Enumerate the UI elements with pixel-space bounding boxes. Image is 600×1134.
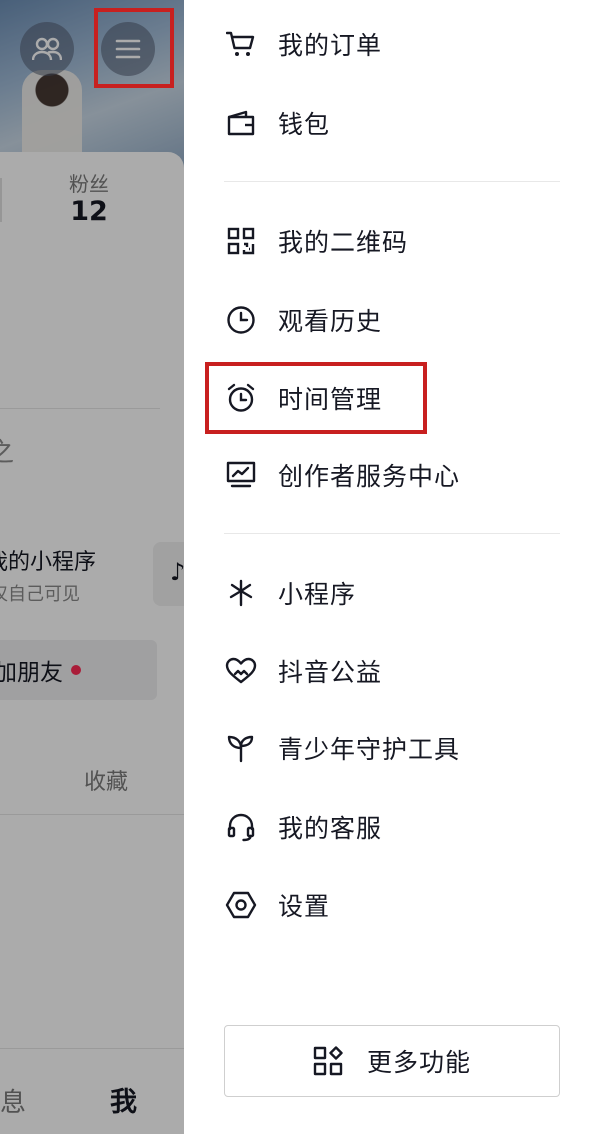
menu-item-label: 我的客服 <box>278 814 383 843</box>
clock-icon <box>224 303 258 337</box>
more-apps-grid-icon <box>313 1046 343 1076</box>
menu-item-label: 我的订单 <box>278 31 383 60</box>
menu-item-label: 我的二维码 <box>278 228 409 257</box>
headset-icon <box>224 810 258 844</box>
settings-hexagon-icon <box>224 888 258 922</box>
menu-item-label: 设置 <box>278 892 331 921</box>
more-functions-label: 更多功能 <box>366 1048 471 1077</box>
menu-item-teen-protection-tools[interactable]: 青少年守护工具 <box>224 718 564 778</box>
wallet-icon <box>224 106 258 140</box>
menu-item-watch-history[interactable]: 观看历史 <box>224 290 564 350</box>
menu-item-customer-service[interactable]: 我的客服 <box>224 797 564 857</box>
menu-item-mini-programs[interactable]: 小程序 <box>224 563 564 623</box>
cart-icon <box>224 27 258 61</box>
menu-item-label: 创作者服务中心 <box>278 462 461 491</box>
menu-item-settings[interactable]: 设置 <box>224 875 564 935</box>
menu-item-label: 钱包 <box>278 110 331 139</box>
menu-divider <box>224 181 560 182</box>
menu-item-label: 观看历史 <box>278 307 383 336</box>
profile-page-background: 粉丝 12 之 我的小程序 仅自己可见 ♪ 加朋友 收藏 息 我 <box>0 0 184 1134</box>
menu-item-my-qr-code[interactable]: 我的二维码 <box>224 211 564 271</box>
sprout-icon <box>224 731 258 765</box>
time-management-highlight-box <box>205 362 427 434</box>
menu-item-douyin-charity[interactable]: 抖音公益 <box>224 641 564 701</box>
menu-button-highlight-box <box>94 8 174 88</box>
menu-item-creator-service-center[interactable]: 创作者服务中心 <box>224 445 564 505</box>
menu-item-label: 青少年守护工具 <box>278 735 461 764</box>
mini-program-icon <box>224 576 258 610</box>
qr-code-icon <box>224 224 258 258</box>
creator-monitor-icon <box>224 458 258 492</box>
menu-item-wallet[interactable]: 钱包 <box>224 93 564 153</box>
menu-divider <box>224 533 560 534</box>
dim-overlay[interactable] <box>0 0 184 1134</box>
charity-heart-icon <box>224 654 258 688</box>
menu-item-my-orders[interactable]: 我的订单 <box>224 14 564 74</box>
menu-item-label: 小程序 <box>278 580 357 609</box>
side-drawer-menu: 我的订单 钱包 我的二维码 观看历史 时间管理 创作者服务中心 小程序 抖音公益… <box>184 0 600 1134</box>
more-functions-button[interactable]: 更多功能 <box>224 1025 560 1097</box>
menu-item-label: 抖音公益 <box>278 658 383 687</box>
